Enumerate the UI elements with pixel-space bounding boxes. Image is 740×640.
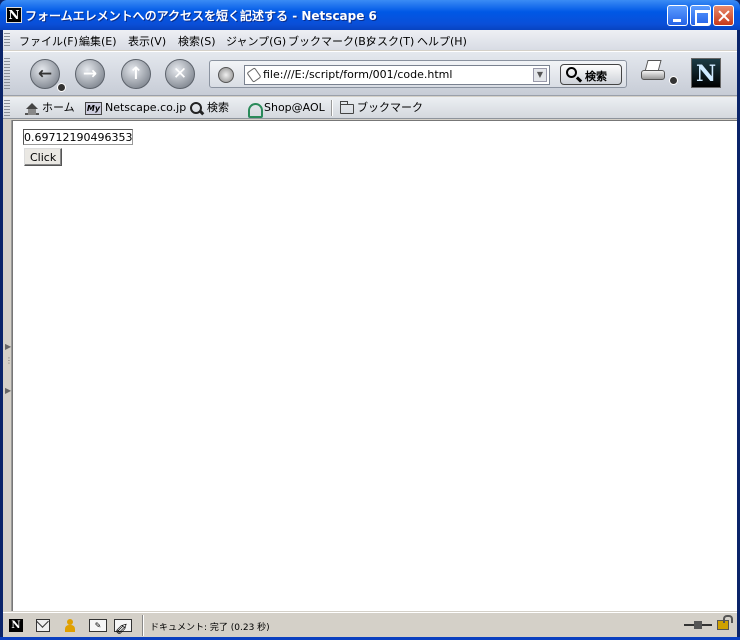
text-field[interactable] [23, 129, 133, 145]
shop-aol-label: Shop@AOL [264, 101, 325, 114]
back-history-dropdown-icon[interactable] [57, 83, 66, 92]
netscape-jp-button[interactable]: My Netscape.co.jp [85, 100, 186, 116]
menu-view[interactable]: 表示(V) [128, 33, 166, 49]
menu-edit[interactable]: 編集(E) [79, 33, 117, 49]
navigation-toolbar: ← → ↑ ✕ file:///E:/script/form/001/code.… [3, 51, 737, 96]
browser-frame: ファイル(F) 編集(E) 表示(V) 検索(S) ジャンプ(G) ブックマーク… [3, 30, 737, 639]
sidebar-arrow-icon: ▶ [5, 386, 12, 395]
bookmarks-folder-label: ブックマーク [357, 101, 423, 114]
go-button-icon[interactable] [218, 67, 234, 83]
menu-bookmarks[interactable]: ブックマーク(B) [288, 33, 370, 49]
personalbar-grippy[interactable] [4, 100, 10, 116]
status-bar: N ✎ ✐ ドキュメント: 完了 (0.23 秒) [3, 612, 737, 639]
security-lock-icon[interactable] [717, 615, 733, 630]
search-button[interactable]: 検索 [560, 64, 622, 85]
reload-icon: ↑ [128, 64, 144, 84]
netscape-logo[interactable]: N [691, 58, 721, 88]
statusbar-divider [142, 615, 144, 636]
reload-button[interactable]: ↑ [121, 59, 151, 89]
sidebar-grippy[interactable]: ▶ ⋮ ▶ [3, 120, 13, 611]
menubar-grippy[interactable] [4, 33, 10, 47]
forward-button[interactable]: → [75, 59, 105, 89]
forward-arrow-icon: → [82, 64, 98, 84]
title-bar[interactable]: N フォームエレメントへのアクセスを短く記述する - Netscape 6 [0, 0, 740, 30]
search-button-label: 検索 [585, 70, 607, 83]
instant-messenger-icon[interactable] [63, 619, 77, 632]
netscape-app-icon: N [6, 7, 22, 23]
window-title: フォームエレメントへのアクセスを短く記述する - Netscape 6 [25, 9, 377, 23]
url-text: file:///E:/script/form/001/code.html [263, 68, 453, 81]
click-button[interactable]: Click [24, 148, 63, 166]
home-button[interactable]: ホーム [25, 100, 75, 116]
back-button[interactable]: ← [30, 59, 60, 89]
shop-aol-button[interactable]: Shop@AOL [247, 100, 325, 118]
print-icon[interactable] [639, 58, 667, 86]
stop-button[interactable]: ✕ [165, 59, 195, 89]
navbar-grippy[interactable] [4, 58, 10, 90]
bookmarks-folder-button[interactable]: ブックマーク [340, 100, 423, 116]
my-netscape-icon: My [85, 101, 102, 115]
shop-icon [247, 102, 263, 118]
page-content: Click [12, 120, 737, 611]
toolbar-search-label: 検索 [207, 101, 229, 114]
url-bar: file:///E:/script/form/001/code.html ▼ 検… [209, 60, 627, 88]
online-status-icon[interactable] [684, 621, 712, 629]
maximize-button[interactable] [690, 5, 711, 26]
print-dropdown-icon[interactable] [669, 76, 678, 85]
menu-tasks[interactable]: タスク(T) [366, 33, 414, 49]
status-text: ドキュメント: 完了 (0.23 秒) [150, 623, 270, 633]
menu-help[interactable]: ヘルプ(H) [417, 33, 467, 49]
sidebar-arrow-icon: ▶ [5, 342, 12, 351]
menu-file[interactable]: ファイル(F) [19, 33, 78, 49]
search-icon [190, 101, 204, 115]
compose-icon[interactable]: ✎ [89, 619, 107, 632]
back-arrow-icon: ← [37, 64, 53, 84]
personal-toolbar: ホーム My Netscape.co.jp 検索 Shop@AOL ブックマーク [3, 97, 737, 119]
menu-search[interactable]: 検索(S) [178, 33, 216, 49]
home-label: ホーム [42, 101, 75, 114]
menu-bar: ファイル(F) 編集(E) 表示(V) 検索(S) ジャンプ(G) ブックマーク… [3, 30, 737, 50]
close-button[interactable] [713, 5, 734, 26]
folder-icon [340, 101, 354, 114]
url-history-dropdown-icon[interactable]: ▼ [533, 68, 547, 82]
netscape-jp-label: Netscape.co.jp [105, 101, 187, 114]
navigator-icon[interactable]: N [9, 619, 23, 632]
toolbar-search-button[interactable]: 検索 [190, 100, 229, 116]
minimize-button[interactable] [667, 5, 688, 26]
browser-window: N フォームエレメントへのアクセスを短く記述する - Netscape 6 ファ… [0, 0, 740, 640]
toolbar-separator [331, 100, 333, 116]
composer-icon[interactable]: ✐ [114, 619, 132, 639]
menu-go[interactable]: ジャンプ(G) [226, 33, 286, 49]
home-icon [25, 102, 39, 115]
mail-icon[interactable] [36, 619, 50, 632]
magnifier-icon [566, 67, 577, 78]
page-proxy-icon[interactable] [246, 67, 262, 83]
url-input[interactable]: file:///E:/script/form/001/code.html ▼ [244, 65, 550, 85]
stop-icon: ✕ [172, 64, 188, 84]
